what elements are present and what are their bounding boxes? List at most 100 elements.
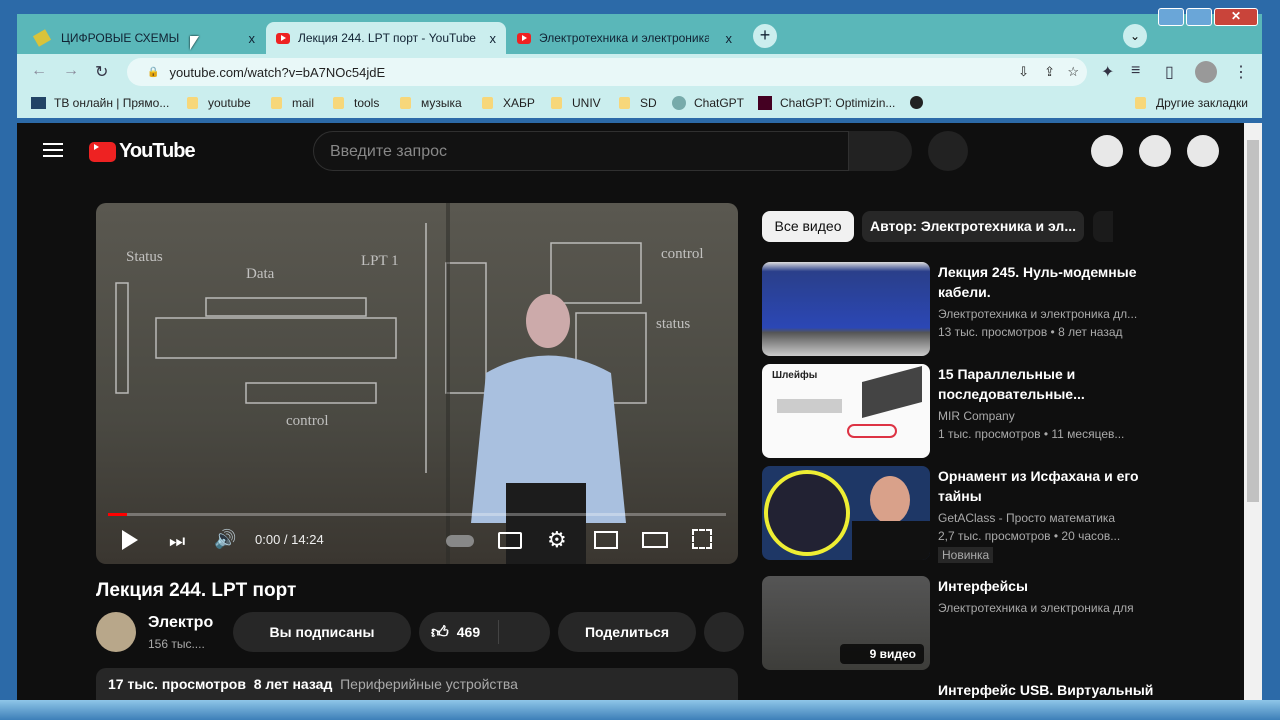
bookmark-univ[interactable]: UNIV (551, 96, 601, 110)
reload-icon[interactable]: ↻ (95, 62, 108, 82)
search-button[interactable] (849, 131, 912, 171)
play-icon[interactable] (122, 530, 138, 550)
star-icon[interactable]: ☆ (1067, 64, 1079, 80)
close-icon[interactable]: x (490, 31, 497, 46)
recommendation-item[interactable]: Интерфейс USB. Виртуальный (762, 680, 1232, 700)
volume-icon[interactable]: 🔊 (214, 529, 236, 550)
dislike-button[interactable] (498, 620, 548, 644)
next-icon[interactable]: ⏭ (169, 531, 185, 552)
progress-bar[interactable] (108, 513, 726, 516)
channel-name: GetAClass - Просто математика (938, 511, 1116, 525)
sidepanel-icon[interactable]: ▯ (1165, 62, 1174, 82)
bookmark-tv[interactable]: ТВ онлайн | Прямо... (31, 96, 169, 110)
chatgpt-icon (672, 96, 686, 110)
lock-icon: 🔒 (147, 66, 160, 78)
share-button[interactable]: Поделиться (558, 612, 696, 652)
bookmark-other[interactable]: Другие закладки (1135, 96, 1248, 110)
video-player[interactable]: Status Data LPT 1 control control status ⏭ 🔊 … (96, 203, 738, 564)
bookmark-label: youtube (208, 96, 251, 110)
media-icon[interactable]: ≡ (1131, 62, 1140, 80)
create-button[interactable] (1091, 135, 1123, 167)
close-window-button[interactable]: ✕ (1214, 8, 1258, 26)
chip-next[interactable] (1093, 211, 1113, 242)
address-bar[interactable]: 🔒 youtube.com/watch?v=bA7NOc54jdE ⇩ ⇪ ☆ (127, 58, 1087, 86)
menu-icon[interactable] (43, 143, 63, 157)
video-title: Лекция 244. LPT порт (96, 580, 297, 601)
account-avatar[interactable] (1187, 135, 1219, 167)
share-icon[interactable]: ⇪ (1044, 64, 1055, 80)
install-icon[interactable]: ⇩ (1018, 64, 1029, 80)
theater-mode-icon[interactable] (642, 532, 668, 548)
bookmark-mail[interactable]: mail (271, 96, 314, 110)
video-title: Лекция 245. Нуль-модемные кабели. (938, 264, 1137, 300)
recommendation-item[interactable]: Орнамент из Исфахана и его тайны GetACla… (762, 466, 1232, 563)
description-box[interactable]: 17 тыс. просмотров 8 лет назад Периферий… (96, 668, 738, 700)
chip-author[interactable]: Автор: Электротехника и эл... (862, 211, 1084, 242)
more-actions-button[interactable] (704, 612, 744, 652)
thumbnail-caption: Шлейфы (772, 370, 818, 381)
bookmark-label: ChatGPT (694, 96, 745, 110)
tab-youtube-lecture[interactable]: Лекция 244. LPT порт - YouTube x (266, 22, 506, 54)
like-button[interactable]: 👍︎ 469 (419, 612, 550, 652)
tab-channel[interactable]: Электротехника и электроника x (507, 22, 742, 54)
channel-name[interactable]: Электро (148, 614, 213, 632)
youtube-icon (517, 32, 531, 44)
bookmark-chatgpt[interactable]: ChatGPT (672, 96, 744, 110)
svg-text:Data: Data (246, 266, 275, 282)
minimize-button[interactable] (1158, 8, 1184, 26)
upload-age: 8 лет назад (253, 676, 333, 692)
menu-icon[interactable]: ⋮ (1233, 62, 1249, 82)
svg-text:Status: Status (126, 249, 163, 265)
extensions-icon[interactable]: ✦ (1101, 62, 1114, 82)
close-icon[interactable]: x (249, 31, 256, 46)
globe-icon[interactable] (910, 96, 923, 109)
playlist-link[interactable]: Периферийные устройства (340, 676, 518, 692)
bookmark-habr[interactable]: ХАБР (482, 96, 535, 110)
youtube-page: YouTube Введите запрос Status Data LPT 1 co… (17, 123, 1244, 700)
window-controls: ✕ (1158, 8, 1270, 26)
video-stats: 1 тыс. просмотров • 11 месяцев... (938, 427, 1125, 441)
scrollbar-thumb[interactable] (1247, 140, 1259, 502)
subtitles-icon[interactable] (498, 532, 522, 549)
folder-icon (551, 97, 562, 109)
channel-name: Электротехника и электроника дл... (938, 307, 1138, 321)
bookmark-sd[interactable]: SD (619, 96, 657, 110)
maximize-button[interactable] (1186, 8, 1212, 26)
monitor-icon (31, 97, 46, 109)
video-stats: 13 тыс. просмотров • 8 лет назад (938, 325, 1123, 339)
new-badge: Новинка (938, 547, 994, 563)
playlist-item[interactable]: 9 видео Интерфейсы Электротехника и элек… (762, 576, 1232, 672)
voice-search-button[interactable] (928, 131, 968, 171)
forward-icon[interactable]: → (63, 62, 79, 80)
chip-all-videos[interactable]: Все видео (762, 211, 854, 242)
miniplayer-icon[interactable] (594, 531, 618, 549)
chalkboard-drawing: Status Data LPT 1 control control status (115, 203, 704, 564)
search-input[interactable]: Введите запрос (313, 131, 849, 171)
notifications-button[interactable] (1139, 135, 1171, 167)
subscribed-button[interactable]: Вы подписаны (233, 612, 411, 652)
video-thumbnail (762, 262, 930, 356)
fullscreen-icon[interactable] (692, 529, 712, 549)
recommendation-item[interactable]: Лекция 245. Нуль-модемные кабели. Электр… (762, 262, 1232, 358)
svg-text:control: control (286, 413, 329, 429)
profile-avatar[interactable] (1195, 61, 1217, 83)
view-count: 17 тыс. просмотров (108, 676, 246, 692)
page-icon (32, 29, 52, 47)
close-icon[interactable]: x (726, 31, 733, 46)
bookmark-music[interactable]: музыка (400, 96, 462, 110)
url-text: youtube.com/watch?v=bA7NOc54jdE (169, 64, 386, 80)
bookmark-chatgpt-optimizing[interactable]: ChatGPT: Optimizin... (758, 96, 895, 110)
tab-digital-circuits[interactable]: ЦИФРОВЫЕ СХЕМЫ x (25, 22, 265, 54)
settings-icon[interactable]: ⚙ (547, 527, 567, 553)
bookmark-tools[interactable]: tools (333, 96, 379, 110)
recommendation-item[interactable]: Шлейфы 15 Параллельные и последовательны… (762, 364, 1232, 460)
tab-search-button[interactable]: ⌄ (1123, 24, 1147, 48)
channel-avatar[interactable] (96, 612, 136, 652)
back-icon[interactable]: ← (31, 62, 47, 80)
autoplay-toggle[interactable] (446, 535, 474, 547)
bookmark-label: UNIV (572, 96, 601, 110)
tab-label: Электротехника и электроника (539, 31, 709, 45)
youtube-logo[interactable]: YouTube (89, 140, 196, 163)
bookmark-youtube[interactable]: youtube (187, 96, 251, 110)
new-tab-button[interactable]: + (753, 24, 777, 48)
